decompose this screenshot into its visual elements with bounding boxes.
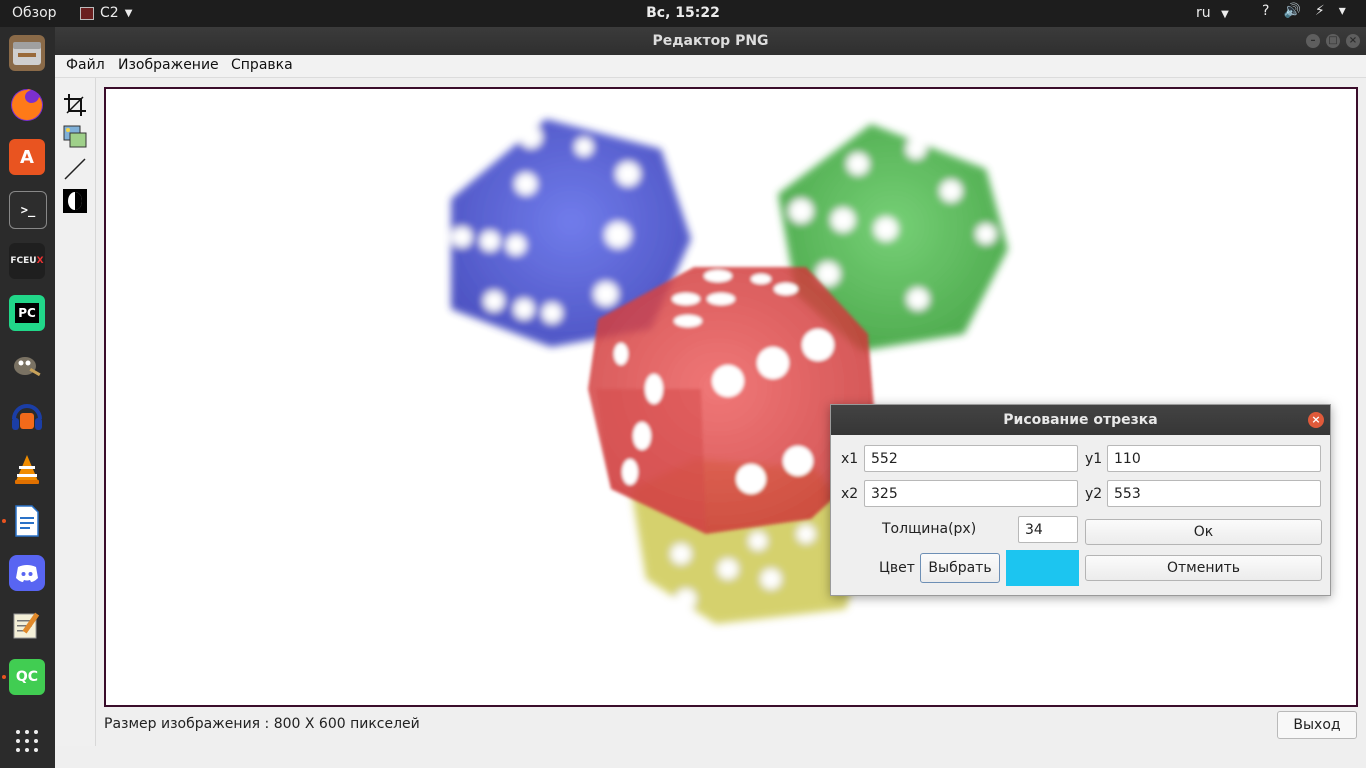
show-applications-icon[interactable] xyxy=(9,723,45,759)
menu-file[interactable]: Файл xyxy=(66,57,105,73)
x1-label: x1 xyxy=(841,451,859,467)
battery-icon[interactable]: ⚡ xyxy=(1315,3,1325,19)
x2-input[interactable] xyxy=(864,480,1078,507)
app-icon xyxy=(80,6,94,20)
choose-color-button[interactable]: Выбрать xyxy=(920,553,1000,583)
invert-icon[interactable] xyxy=(62,188,88,214)
minimize-icon[interactable]: – xyxy=(1306,34,1320,48)
window-titlebar[interactable]: Редактор PNG – □ × xyxy=(55,27,1366,55)
audacity-icon[interactable] xyxy=(9,399,45,435)
y1-input[interactable] xyxy=(1107,445,1321,472)
files-icon[interactable] xyxy=(9,35,45,71)
menu-help[interactable]: Справка xyxy=(231,57,293,73)
dialog-title: Рисование отрезка xyxy=(1003,412,1158,428)
line-icon[interactable] xyxy=(62,156,88,182)
firefox-icon[interactable] xyxy=(9,87,45,123)
thickness-input[interactable] xyxy=(1018,516,1078,543)
menu-image[interactable]: Изображение xyxy=(118,57,219,73)
exit-button[interactable]: Выход xyxy=(1277,711,1357,739)
gimp-icon[interactable] xyxy=(9,347,45,383)
language-label: ru xyxy=(1196,5,1211,21)
help-icon[interactable]: ? xyxy=(1262,3,1269,19)
x1-input[interactable] xyxy=(864,445,1078,472)
close-icon[interactable]: × xyxy=(1308,412,1324,428)
app-menu[interactable]: C2 ▼ xyxy=(80,5,132,21)
cancel-button[interactable]: Отменить xyxy=(1085,555,1322,581)
discord-icon[interactable] xyxy=(9,555,45,591)
volume-icon[interactable]: 🔊 xyxy=(1283,3,1300,19)
text-editor-icon[interactable] xyxy=(9,607,45,643)
color-label: Цвет xyxy=(879,560,915,576)
fceux-icon[interactable]: FCEUX xyxy=(9,243,45,279)
image-canvas[interactable] xyxy=(104,87,1358,707)
app-name: C2 xyxy=(100,5,119,21)
qt-creator-icon[interactable]: QC xyxy=(9,659,45,695)
window-title: Редактор PNG xyxy=(652,33,769,49)
chevron-down-icon: ▼ xyxy=(124,7,133,19)
maximize-icon[interactable]: □ xyxy=(1326,34,1340,48)
system-tray[interactable]: ? 🔊 ⚡ ▾ xyxy=(1262,3,1346,19)
language-menu[interactable]: ru ▼ xyxy=(1196,5,1229,21)
menu-bar: Файл Изображение Справка xyxy=(55,55,1366,78)
terminal-icon[interactable]: >_ xyxy=(9,191,47,229)
tool-bar xyxy=(55,78,96,746)
chevron-down-icon: ▼ xyxy=(1221,9,1229,20)
dice-image xyxy=(451,119,1008,624)
thickness-label: Толщина(px) xyxy=(882,521,977,537)
chevron-down-icon[interactable]: ▾ xyxy=(1339,3,1346,19)
crop-icon[interactable] xyxy=(62,92,88,118)
draw-line-dialog: Рисование отрезка × x1 y1 x2 y2 Толщина(… xyxy=(830,404,1331,596)
x2-label: x2 xyxy=(841,486,859,502)
dock: A >_ FCEUX PC QC xyxy=(0,27,55,768)
top-bar: Обзор C2 ▼ Вс, 15:22 ru ▼ ? 🔊 ⚡ ▾ xyxy=(0,0,1366,27)
y2-input[interactable] xyxy=(1107,480,1321,507)
y1-label: y1 xyxy=(1085,451,1103,467)
activities-button[interactable]: Обзор xyxy=(12,5,57,21)
close-icon[interactable]: × xyxy=(1346,34,1360,48)
writer-icon[interactable] xyxy=(9,503,45,539)
ok-button[interactable]: Ок xyxy=(1085,519,1322,545)
clock[interactable]: Вс, 15:22 xyxy=(646,5,720,21)
color-swatch xyxy=(1006,550,1079,586)
running-indicator xyxy=(2,675,6,679)
vlc-icon[interactable] xyxy=(9,451,45,487)
image-size-status: Размер изображения : 800 X 600 пикселей xyxy=(104,716,420,732)
software-center-icon[interactable]: A xyxy=(9,139,45,175)
running-indicator xyxy=(2,519,6,523)
image-icon[interactable] xyxy=(62,124,88,150)
dialog-titlebar[interactable]: Рисование отрезка × xyxy=(831,405,1330,435)
y2-label: y2 xyxy=(1085,486,1103,502)
pycharm-icon[interactable]: PC xyxy=(9,295,45,331)
